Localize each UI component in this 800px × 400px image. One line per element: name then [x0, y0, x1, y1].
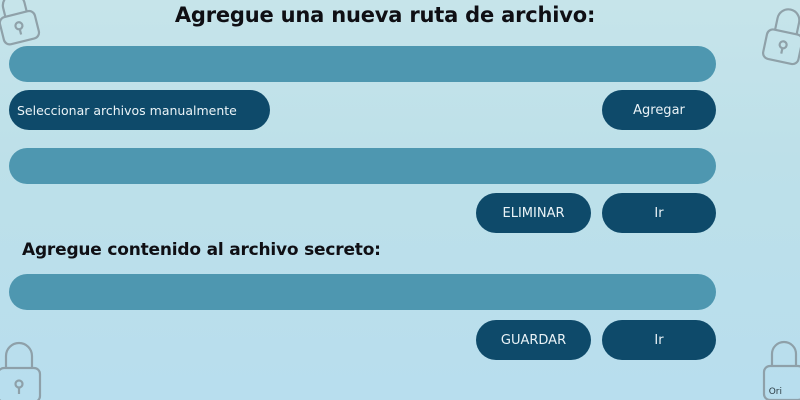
- delete-button[interactable]: ELIMINAR: [476, 193, 591, 233]
- corner-tag: Ori: [768, 387, 782, 397]
- select-files-manually-button[interactable]: Seleccionar archivos manualmente: [9, 90, 270, 130]
- save-button[interactable]: GUARDAR: [476, 320, 591, 360]
- page-title: Agregue una nueva ruta de archivo:: [174, 3, 596, 27]
- secret-content-heading: Agregue contenido al archivo secreto:: [22, 240, 381, 260]
- go-button[interactable]: Ir: [602, 193, 716, 233]
- go-content-button[interactable]: Ir: [602, 320, 716, 360]
- file-path-input[interactable]: [9, 46, 716, 82]
- secret-content-input[interactable]: [9, 274, 716, 310]
- selected-path-field[interactable]: [9, 148, 716, 184]
- padlock-icon: [0, 341, 42, 400]
- add-button[interactable]: Agregar: [602, 90, 716, 130]
